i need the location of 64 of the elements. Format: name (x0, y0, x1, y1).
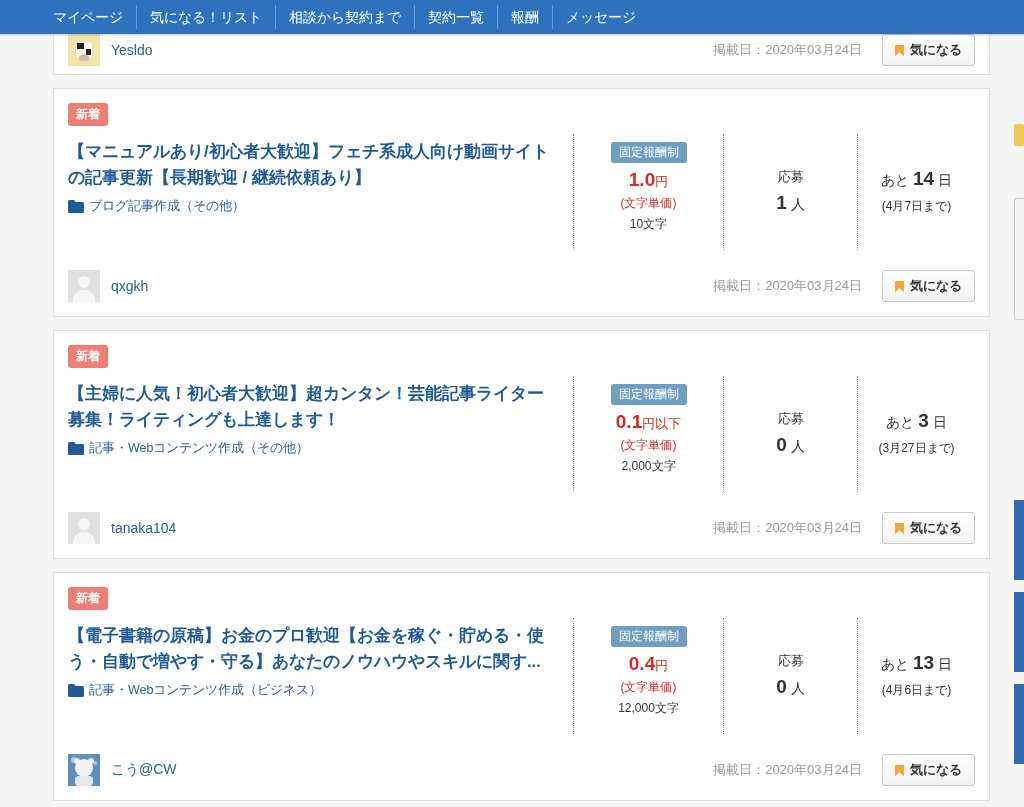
price-note: (文字単価) (620, 437, 677, 454)
applicants-count: 0 人 (776, 434, 805, 456)
word-count: 2,000文字 (621, 458, 676, 475)
job-title-link[interactable]: 【マニュアルあり/初心者大歓迎】フェチ系成人向け動画サイトの記事更新【長期歓迎 / 継続依頼あり】 (68, 138, 558, 190)
nav-link[interactable]: 気になる！リスト (136, 5, 275, 29)
applicants-count: 1 人 (776, 192, 805, 214)
applicants-count: 0 人 (776, 676, 805, 698)
deadline-date: (4月6日まで) (881, 682, 952, 699)
price-type-badge: 固定報酬制 (610, 142, 687, 163)
category-link[interactable]: 記事・Webコンテンツ作成（その他） (89, 440, 310, 457)
bookmark-button[interactable]: 気になる (882, 754, 975, 786)
user-name-link[interactable]: こう@CW (111, 761, 177, 779)
job-title-link[interactable]: 【電子書籍の原稿】お金のプロ歓迎【お金を稼ぐ・貯める・使う・自動で増やす・守る】あなたのノウハウやスキルに関す... (68, 622, 558, 674)
sidebar-label (1014, 124, 1024, 146)
folder-icon (68, 200, 84, 213)
sidebar-banner[interactable] (1014, 592, 1024, 672)
price-text: 0.4円 (628, 653, 669, 675)
price-type-badge: 固定報酬制 (610, 384, 687, 405)
days-remaining: あと 3 日 (886, 410, 947, 432)
nav-link[interactable]: 報酬 (497, 5, 552, 29)
new-badge: 新着 (68, 345, 108, 368)
days-remaining: あと 14 日 (881, 168, 952, 190)
applicants-label: 応募 (777, 168, 804, 186)
price-text: 0.1円以下 (615, 411, 682, 433)
days-remaining: あと 13 日 (881, 652, 952, 674)
sidebar-banner[interactable] (1014, 684, 1024, 764)
nav-link[interactable]: 契約一覧 (414, 5, 497, 29)
posted-date: 掲載日：2020年03月24日 (713, 519, 862, 537)
word-count: 10文字 (629, 216, 668, 233)
deadline-date: (3月27日まで) (878, 440, 955, 457)
user-name-link[interactable]: tanaka104 (111, 520, 177, 536)
price-note: (文字単価) (620, 195, 677, 212)
deadline-date: (4月7日まで) (881, 198, 952, 215)
posted-date: 掲載日：2020年03月24日 (713, 277, 862, 295)
folder-icon (68, 684, 84, 697)
bookmark-button[interactable]: 気になる (882, 34, 975, 66)
nav-link[interactable]: メッセージ (552, 5, 649, 29)
bookmark-icon (895, 280, 904, 292)
price-text: 1.0円 (628, 169, 669, 191)
nav-link[interactable]: マイページ (40, 5, 136, 29)
posted-date: 掲載日：2020年03月24日 (713, 41, 862, 59)
posted-date: 掲載日：2020年03月24日 (713, 761, 862, 779)
user-name-link[interactable]: qxgkh (111, 278, 149, 294)
applicants-label: 応募 (777, 410, 804, 428)
bookmark-button[interactable]: 気になる (882, 270, 975, 302)
new-badge: 新着 (68, 103, 108, 126)
price-note: (文字単価) (620, 679, 677, 696)
bookmark-button[interactable]: 気になる (882, 512, 975, 544)
price-type-badge: 固定報酬制 (610, 626, 687, 647)
avatar-placeholder-icon (68, 270, 100, 302)
category-link[interactable]: 記事・Webコンテンツ作成（ビジネス） (89, 682, 323, 699)
sidebar-banner[interactable] (1014, 500, 1024, 580)
bookmark-icon (895, 764, 904, 776)
user-name-link[interactable]: Yesldo (111, 42, 153, 58)
new-badge: 新着 (68, 587, 108, 610)
category-link[interactable]: ブログ記事作成（その他） (89, 198, 245, 215)
bookmark-icon (895, 522, 904, 534)
bookmark-icon (895, 44, 904, 56)
job-title-link[interactable]: 【主婦に人気！初心者大歓迎】超カンタン！芸能記事ライター募集！ライティングも上達します！ (68, 380, 558, 432)
folder-icon (68, 442, 84, 455)
applicants-label: 応募 (777, 652, 804, 670)
nav-link[interactable]: 相談から契約まで (275, 5, 414, 29)
avatar-placeholder-icon (68, 512, 100, 544)
word-count: 12,000文字 (618, 700, 679, 717)
